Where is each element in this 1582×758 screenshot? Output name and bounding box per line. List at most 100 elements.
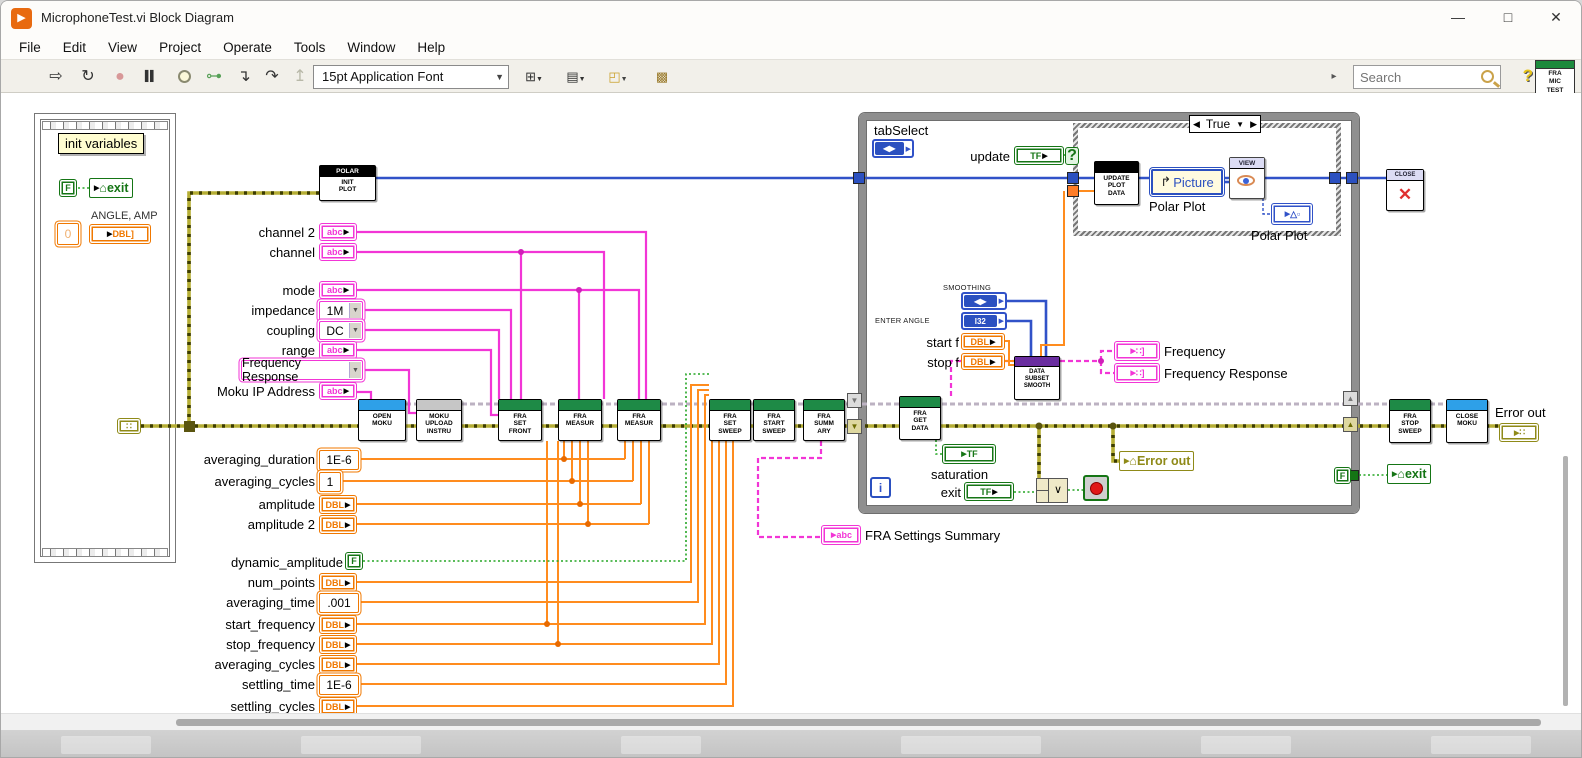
highlight-execution-button[interactable] xyxy=(171,64,197,90)
run-continuous-button[interactable]: ↻ xyxy=(75,64,101,90)
enter-angle-control[interactable]: I32▶ xyxy=(961,312,1007,330)
frequency-response-indicator[interactable]: ▶∷] xyxy=(1114,363,1160,383)
abort-button[interactable]: ● xyxy=(107,64,133,90)
exit-control[interactable]: TF▶ xyxy=(964,482,1014,501)
picture-property-node[interactable]: ↱Picture xyxy=(1151,169,1223,195)
menu-project[interactable]: Project xyxy=(149,38,211,57)
search-input[interactable] xyxy=(1360,67,1478,87)
view-node[interactable]: VIEW xyxy=(1229,157,1265,199)
horizontal-scrollbar-thumb[interactable] xyxy=(176,719,1541,726)
tab-select-control[interactable]: ◀▶▶ xyxy=(872,139,914,158)
amplitude2-control[interactable]: DBL▶ xyxy=(319,515,357,534)
fra-get-data-node[interactable]: FRA GET DATA xyxy=(899,396,941,440)
menu-edit[interactable]: Edit xyxy=(53,38,96,57)
averaging-cycles-constant[interactable]: 1 xyxy=(319,472,341,492)
close-moku-node[interactable]: CLOSE MOKU xyxy=(1446,399,1488,443)
menu-tools[interactable]: Tools xyxy=(284,38,336,57)
maximize-button[interactable]: □ xyxy=(1485,1,1531,34)
close-button[interactable]: ✕ xyxy=(1533,1,1579,34)
cleanup-diagram-button[interactable]: ▩ xyxy=(649,64,675,90)
averaging-time-constant[interactable]: .001 xyxy=(319,593,359,613)
menu-help[interactable]: Help xyxy=(407,38,455,57)
coupling-ring[interactable]: DC▼ xyxy=(319,321,363,340)
resize-objects-button[interactable]: ◰▼ xyxy=(605,64,631,90)
run-button[interactable]: ⇨ xyxy=(43,64,69,90)
case-next-icon[interactable]: ▶ xyxy=(1247,119,1260,130)
settling-time-constant[interactable]: 1E-6 xyxy=(319,675,359,695)
horizontal-scrollbar[interactable] xyxy=(1,713,1582,730)
polar-init-plot-node[interactable]: POLAR INIT PLOT xyxy=(319,165,376,201)
zero-constant[interactable]: 0 xyxy=(57,223,79,245)
error-out-local-variable[interactable]: ▶⌂Error out xyxy=(1119,451,1194,471)
fra-set-frontend-node[interactable]: FRA SET FRONT xyxy=(498,399,542,441)
dropdown-icon[interactable]: ▼ xyxy=(349,303,361,318)
search-box[interactable] xyxy=(1353,65,1501,89)
free-label-note[interactable]: init variables xyxy=(58,133,144,154)
frequency-indicator[interactable]: ▶∷] xyxy=(1114,341,1160,361)
dropdown-icon[interactable]: ▼ xyxy=(349,323,361,338)
distribute-objects-button[interactable]: ▤▼ xyxy=(563,64,589,90)
start-frequency-control[interactable]: DBL▶ xyxy=(319,615,357,634)
or-compound-node[interactable]: ∨ xyxy=(1036,478,1068,503)
font-selector[interactable]: 15pt Application Font▼ xyxy=(313,65,509,89)
dropdown-icon[interactable]: ▼ xyxy=(1233,120,1247,129)
retain-wire-values-button[interactable]: ⊶ xyxy=(201,64,227,90)
open-moku-node[interactable]: OPEN MOKU xyxy=(358,399,406,441)
mode-control[interactable]: abc▶ xyxy=(319,281,357,299)
averaging-duration-constant[interactable]: 1E-6 xyxy=(319,450,359,470)
step-out-button[interactable]: ↥ xyxy=(287,64,313,90)
loop-condition-stop-button[interactable] xyxy=(1083,475,1109,501)
fra-measurement-node-2[interactable]: FRA MEASUR xyxy=(617,399,661,441)
false-constant[interactable]: F xyxy=(59,179,77,197)
update-plot-data-node[interactable]: UPDATE PLOT DATA xyxy=(1094,161,1139,205)
stop-f-control[interactable]: DBL▶ xyxy=(961,353,1005,370)
shift-register-left-olive[interactable]: ▼ xyxy=(847,419,862,434)
error-cluster-constant[interactable]: ∷ xyxy=(117,418,141,434)
pause-button[interactable]: ▌▌ xyxy=(137,64,163,90)
exit-local-variable[interactable]: ▶⌂exit xyxy=(89,178,133,198)
stop-frequency-control[interactable]: DBL▶ xyxy=(319,635,357,654)
vi-icon[interactable]: FRA MIC TEST xyxy=(1535,60,1575,96)
moku-upload-instrument-node[interactable]: MOKU UPLOAD INSTRU xyxy=(416,399,462,441)
menu-file[interactable]: File xyxy=(9,38,51,57)
num-points-control[interactable]: DBL▶ xyxy=(319,573,357,592)
angle-amp-array-local[interactable]: ▶DBL] xyxy=(89,224,151,244)
dynamic-amplitude-constant[interactable]: F xyxy=(345,552,363,570)
saturation-indicator[interactable]: ▶TF xyxy=(942,444,996,464)
frequency-response-ring[interactable]: Frequency Response▼ xyxy=(241,360,363,380)
start-f-control[interactable]: DBL▶ xyxy=(961,333,1005,350)
fra-summary-node[interactable]: FRA SUMM ARY xyxy=(803,399,845,441)
menu-view[interactable]: View xyxy=(98,38,147,57)
amplitude-control[interactable]: DBL▶ xyxy=(319,495,357,514)
dropdown-icon[interactable]: ▼ xyxy=(349,362,361,378)
channel2-control[interactable]: abc▶ xyxy=(319,223,357,241)
case-selector-label[interactable]: ◀ True ▼ ▶ xyxy=(1189,115,1261,133)
help-button[interactable]: ? xyxy=(1523,66,1533,86)
shift-register-right-gray[interactable]: ▲ xyxy=(1343,391,1358,406)
false-constant-right[interactable]: F xyxy=(1334,467,1351,484)
step-into-button[interactable]: ↴ xyxy=(231,64,257,90)
menu-window[interactable]: Window xyxy=(337,38,405,57)
fra-start-sweep-node[interactable]: FRA START SWEEP xyxy=(753,399,795,441)
impedance-ring[interactable]: 1M▼ xyxy=(319,301,363,320)
step-over-button[interactable]: ↷ xyxy=(259,64,285,90)
fra-set-sweep-node[interactable]: FRA SET SWEEP xyxy=(709,399,751,441)
data-subset-smooth-node[interactable]: DATA SUBSET SMOOTH xyxy=(1014,356,1060,400)
fra-measurement-node-1[interactable]: FRA MEASUR xyxy=(558,399,602,441)
fra-stop-sweep-node[interactable]: FRA STOP SWEEP xyxy=(1389,399,1431,443)
align-objects-button[interactable]: ⊞▼ xyxy=(521,64,547,90)
exit-local-variable-right[interactable]: ▶⌂exit xyxy=(1387,464,1431,484)
minimize-button[interactable]: — xyxy=(1435,1,1481,34)
close-window-node[interactable]: CLOSE ✕ xyxy=(1386,169,1424,211)
channel-control[interactable]: abc▶ xyxy=(319,243,357,261)
shift-register-right-olive[interactable]: ▲ xyxy=(1343,417,1358,432)
menu-operate[interactable]: Operate xyxy=(213,38,282,57)
moku-ip-control[interactable]: abc▶ xyxy=(319,382,357,400)
error-out-indicator[interactable]: ▶∷ xyxy=(1499,423,1539,442)
case-prev-icon[interactable]: ◀ xyxy=(1190,119,1203,130)
vertical-scrollbar-thumb[interactable] xyxy=(1563,456,1568,706)
smoothing-control[interactable]: ◀▶▶ xyxy=(961,292,1007,310)
polar-plot-indicator[interactable]: ▶△▫ xyxy=(1271,203,1313,225)
shift-register-left-gray[interactable]: ▼ xyxy=(847,393,862,408)
averaging-cycles2-control[interactable]: DBL▶ xyxy=(319,655,357,674)
